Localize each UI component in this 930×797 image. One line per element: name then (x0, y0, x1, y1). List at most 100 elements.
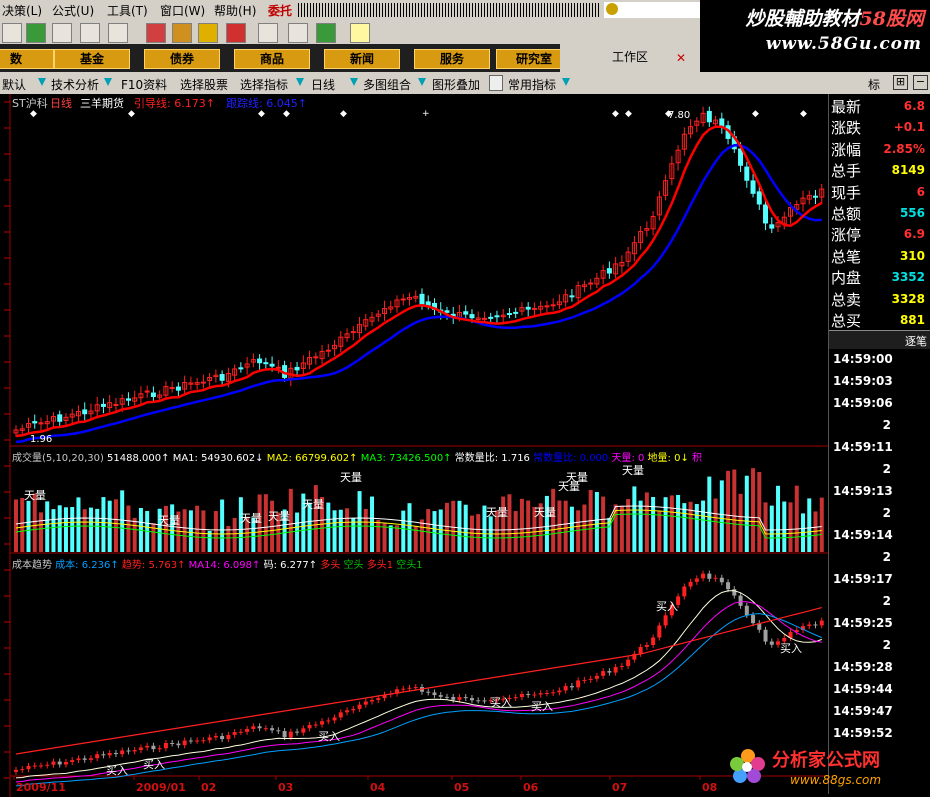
volume-bar (632, 486, 637, 552)
tick-row: 14:59:13 (829, 484, 930, 506)
volume-bar (170, 504, 175, 552)
volume-bar (819, 497, 824, 552)
candle (481, 317, 487, 320)
tick-time: 14:59:52 (833, 726, 893, 740)
tab-f10[interactable]: F10资料 (121, 76, 167, 93)
tick-row: 14:59:00 (829, 352, 930, 374)
grid-icon[interactable] (2, 23, 22, 43)
menu-decision[interactable]: 决策(L) (2, 2, 42, 19)
func-button-service[interactable]: 服务 (414, 49, 490, 69)
cost-candle (357, 704, 362, 709)
track-line-value: 跟踪线: 6.045↑ (226, 96, 307, 110)
cost-candle (457, 697, 462, 700)
func-button-news[interactable]: 新闻 (324, 49, 400, 69)
menu-window[interactable]: 窗口(W) (160, 2, 205, 19)
dropdown-icon[interactable] (296, 78, 304, 86)
window-icon[interactable] (288, 23, 308, 43)
volume-bar (682, 503, 687, 552)
quote-value: 881 (899, 313, 925, 327)
cost-candle (657, 625, 662, 638)
dropdown-icon[interactable] (38, 78, 46, 86)
quote-label: 总买 (831, 312, 862, 330)
layout-grid-icon[interactable]: ⊞ (893, 75, 908, 90)
volume-bar (688, 501, 693, 552)
func-button-fund[interactable]: 基金 (54, 49, 130, 69)
volume-bar (220, 499, 225, 552)
volume-bar (594, 491, 599, 552)
people-icon[interactable] (80, 23, 100, 43)
minus-icon[interactable]: − (913, 75, 928, 90)
volume-bar (14, 499, 18, 552)
tab-multi-chart[interactable]: 多图组合 (363, 76, 411, 93)
header-part-9: 积 (689, 452, 702, 464)
func-button-commodity[interactable]: 商品 (234, 49, 310, 69)
menu-trade[interactable]: 委托 (268, 2, 292, 19)
date-label: 03 (278, 781, 293, 794)
cost-candle (145, 745, 150, 748)
quote-row: 最新 6.8 (829, 96, 930, 118)
lock-icon[interactable] (489, 75, 503, 91)
quote-value: 3328 (891, 291, 925, 306)
candle (100, 403, 106, 407)
volume-bar (182, 509, 187, 552)
volume-bar (757, 472, 762, 552)
tab-default[interactable]: 默认 (2, 76, 26, 93)
func-button-quote[interactable]: 数 (0, 49, 54, 69)
candle (506, 313, 512, 316)
signal-marker: ◆ (128, 109, 135, 119)
cost-candle (238, 731, 243, 733)
candle (294, 366, 300, 371)
logo-88gs: 分析家公式网 www.88gs.com (728, 740, 930, 797)
quote-value: 8149 (891, 163, 925, 178)
tab-select-stock[interactable]: 选择股票 (180, 76, 228, 93)
workarea-label[interactable]: 工作区 (612, 48, 652, 65)
cost-candle (226, 734, 231, 740)
candle (144, 390, 150, 393)
candle (444, 310, 450, 313)
close-icon[interactable]: ✕ (676, 52, 688, 64)
dropdown-icon[interactable] (418, 78, 426, 86)
volume-bar (438, 509, 443, 552)
menu-formula[interactable]: 公式(U) (52, 2, 94, 19)
cost-candle (201, 740, 206, 742)
flag-icon[interactable] (26, 23, 46, 43)
buy-label: 买入 (656, 600, 678, 613)
tab-select-indicator[interactable]: 选择指标 (240, 76, 288, 93)
cost-candle (220, 735, 225, 740)
tick-row: 14:59:03 (829, 374, 930, 396)
candle (588, 282, 594, 285)
orange-icon[interactable] (172, 23, 192, 43)
bug-icon[interactable] (226, 23, 246, 43)
network-icon[interactable] (108, 23, 128, 43)
volume-bar (332, 510, 337, 552)
diamond-icon[interactable] (198, 23, 218, 43)
red-arrow-icon[interactable] (146, 23, 166, 43)
quote-row: 总买 881 (829, 310, 930, 332)
tianliang-label: 天量 (268, 510, 290, 523)
header-part-4: MA3: 73426.500↑ (358, 453, 452, 464)
header-part-2: MA1: 54930.602↓ (170, 453, 264, 464)
binoculars-icon[interactable] (52, 23, 72, 43)
tianliang-label: 天量 (24, 489, 46, 502)
tab-common-indicator[interactable]: 常用指标 (508, 76, 556, 93)
tab-daily[interactable]: 日线 (311, 76, 335, 93)
menu-help[interactable]: 帮助(H) (214, 2, 256, 19)
tab-overlay[interactable]: 图形叠加 (432, 76, 480, 93)
cost-candle (288, 731, 293, 738)
tab-technical[interactable]: 技术分析 (51, 76, 99, 93)
func-button-bond[interactable]: 债券 (144, 49, 220, 69)
help-cursor-icon[interactable] (350, 23, 370, 43)
menu-tools[interactable]: 工具(T) (107, 2, 148, 19)
tick-row: 2 (829, 550, 930, 572)
books-icon[interactable] (316, 23, 336, 43)
candle (425, 301, 431, 306)
dropdown-icon[interactable] (562, 78, 570, 86)
dropdown-icon[interactable] (104, 78, 112, 86)
folder-icon[interactable] (258, 23, 278, 43)
tab-mark[interactable]: 标 (868, 76, 880, 93)
kline-chart-area[interactable]: ◆ ◆ ◆ ◆ ◆ + ◆ ◆ ◆ ◆ ◆ ST沪科 日线 三羊期货 引导线: 6.173↑ 跟踪线… (0, 94, 830, 797)
quote-value: 556 (899, 206, 925, 220)
dropdown-icon[interactable] (350, 78, 358, 86)
header-part-8: 空头1 (393, 558, 423, 571)
quote-value: 3352 (891, 270, 925, 285)
